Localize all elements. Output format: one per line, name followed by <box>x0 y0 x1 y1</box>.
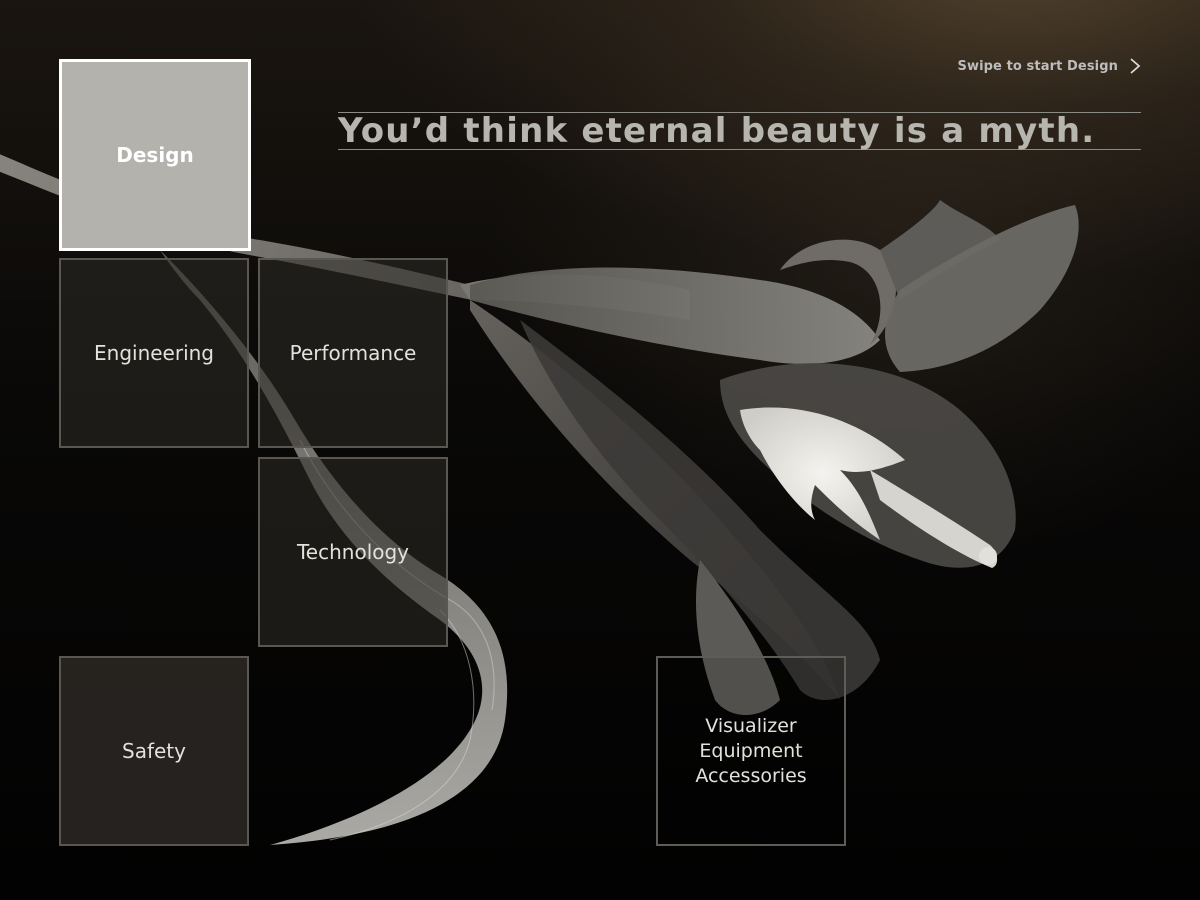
tile-engineering-label: Engineering <box>94 341 214 365</box>
tile-design[interactable]: Design <box>59 59 251 251</box>
tile-engineering[interactable]: Engineering <box>59 258 249 448</box>
tile-technology[interactable]: Technology <box>258 457 448 647</box>
tile-design-label: Design <box>116 143 194 167</box>
swipe-label: Swipe to start Design <box>957 58 1118 74</box>
tile-performance-label: Performance <box>289 341 417 365</box>
tile-technology-label: Technology <box>296 540 410 564</box>
tile-safety[interactable]: Safety <box>59 656 249 846</box>
home-screen: Swipe to start Design You’d think eterna… <box>0 0 1200 900</box>
tile-accessories-label: Accessories <box>695 764 807 787</box>
tile-equipment-label: Equipment <box>699 739 803 762</box>
chevron-right-icon <box>1130 58 1141 74</box>
tile-visualizer[interactable]: Visualizer Equipment Accessories <box>656 656 846 846</box>
tile-performance[interactable]: Performance <box>258 258 448 448</box>
swipe-to-start-button[interactable]: Swipe to start Design <box>958 57 1143 75</box>
hero-headline: You’d think eternal beauty is a myth. <box>338 112 1141 150</box>
tile-safety-label: Safety <box>122 739 186 763</box>
tile-visualizer-label: Visualizer <box>705 714 797 737</box>
